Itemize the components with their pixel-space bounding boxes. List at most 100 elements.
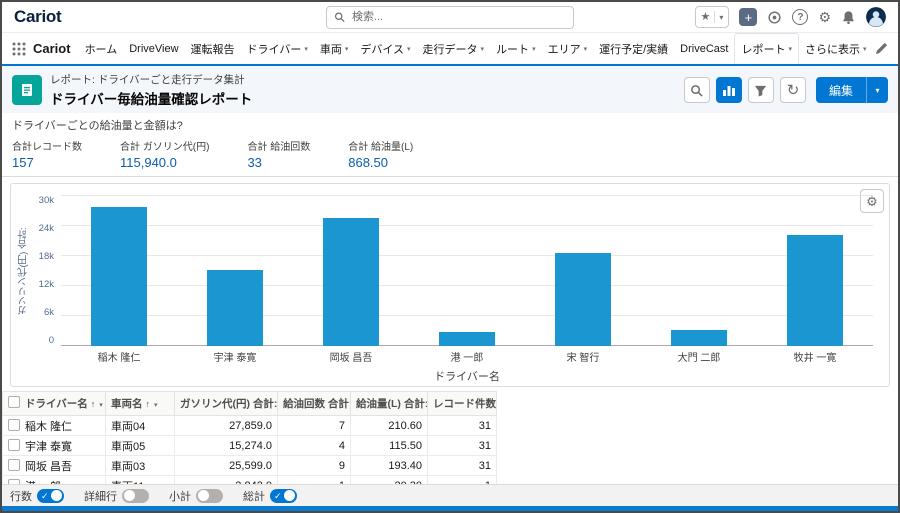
y-tick-label: 0 [49,336,54,346]
edit-dropdown-button[interactable]: ▾ [866,77,888,103]
toggle-detail-rows[interactable] [122,489,149,503]
chevron-down-icon: ▾ [875,86,879,95]
search-icon [334,11,345,23]
chart-toggle-button[interactable] [716,77,742,103]
table-cell: 車両04 [106,416,175,436]
chart-card: ⚙ ガソリン代(円) 合計: 30k24k18k12k6k0 稲木 隆仁宇津 泰… [10,183,890,387]
tab-more[interactable]: さらに表示▾ [799,33,873,64]
report-titles: レポート: ドライバーごと走行データ集計 ドライバー毎給油量確認レポート [50,72,252,108]
notifications-bell-icon[interactable] [841,10,856,25]
tab-vehicle[interactable]: 車両▾ [314,33,355,64]
bar-3[interactable] [323,218,379,346]
table-cell: 9 [278,456,351,476]
toggle-label: 小計 [169,488,191,504]
table-row: 稲木 隆仁車両0427,859.07210.6031 [3,416,497,436]
tab-route[interactable]: ルート▾ [490,33,542,64]
global-search[interactable] [326,6,574,29]
toggle-row-count[interactable]: ✓ [37,489,64,503]
metric-value: 115,940.0 [120,155,209,170]
chevron-down-icon[interactable]: ▾ [154,402,158,409]
favorites-button[interactable]: ★ ▾ [695,6,730,28]
bottom-brand-strip [2,506,898,511]
tab-schedule[interactable]: 運行予定/実績 [593,33,674,64]
metric-value: 157 [12,155,82,170]
chevron-down-icon: ▾ [481,45,485,53]
tab-driving-report[interactable]: 運転報告 [185,33,241,64]
bar-slot [61,196,177,346]
report-table-region: ドライバー名↑▾車両名↑▾ガソリン代(円) 合計:給油回数 合計:給油量(L) … [2,391,898,484]
metric-value: 33 [247,155,310,170]
bar-slot [409,196,525,346]
nav-tabs: ホームDriveView運転報告ドライバー▾車両▾デバイス▾走行データ▾ルート▾… [79,33,873,64]
x-tick-label: 稲木 隆仁 [61,349,177,364]
tab-trip-data[interactable]: 走行データ▾ [417,33,491,64]
toggle-label: 詳細行 [84,488,117,504]
tab-label: レポート [741,41,785,57]
toggle-label: 行数 [10,488,32,504]
metric-label: 合計レコード数 [12,138,82,153]
row-checkbox[interactable] [8,419,20,431]
help-icon[interactable]: ? [792,9,808,25]
bar-7[interactable] [787,235,843,347]
tab-home[interactable]: ホーム [79,33,124,64]
table-cell: 27,859.0 [175,416,278,436]
filter-button[interactable] [748,77,774,103]
select-all-checkbox[interactable] [8,396,20,408]
edit-button[interactable]: 編集 [816,77,866,103]
report-type-label: レポート: ドライバーごと走行データ集計 [50,72,252,87]
refresh-button[interactable]: ↻ [780,77,806,103]
report-footer: 行数✓詳細行小計総計✓ [2,484,898,506]
row-checkbox[interactable] [8,459,20,471]
table-cell: 7 [278,416,351,436]
tab-label: ホーム [85,41,118,57]
global-add-button[interactable]: + [739,8,757,26]
metric-fuel-cost: 合計 ガソリン代(円) 115,940.0 [120,138,209,170]
tab-label: 運行予定/実績 [599,41,668,57]
metric-value: 868.50 [348,155,413,170]
row-checkbox[interactable] [8,439,20,451]
toggle-subtotals[interactable] [196,489,223,503]
bar-2[interactable] [207,270,263,346]
guidance-icon[interactable] [767,10,782,25]
table-cell: 25,599.0 [175,456,278,476]
tab-area[interactable]: エリア▾ [542,33,594,64]
bars [61,196,873,346]
tab-report[interactable]: レポート▾ [734,33,799,64]
find-in-report-button[interactable] [684,77,710,103]
bar-1[interactable] [91,207,147,346]
x-axis-title: ドライバー名 [61,368,873,384]
toggle-group-detail-rows: 詳細行 [84,488,149,504]
column-header[interactable]: ガソリン代(円) 合計: [175,392,278,416]
table-cell: 20.30 [351,476,428,485]
table-cell: 31 [428,456,497,476]
y-tick-label: 6k [44,308,54,318]
column-header[interactable]: 車両名↑▾ [106,392,175,416]
column-header[interactable]: 給油回数 合計: [278,392,351,416]
bar-4[interactable] [439,332,495,346]
bar-6[interactable] [671,330,727,346]
setup-gear-icon[interactable]: ⚙ [818,10,831,24]
tab-driveview[interactable]: DriveView [123,33,184,64]
x-tick-label: 港 一郎 [409,349,525,364]
global-search-input[interactable] [350,10,566,24]
report-header: レポート: ドライバーごと走行データ集計 ドライバー毎給油量確認レポート ↻ 編… [2,66,898,113]
table-cell: 4 [278,436,351,456]
tab-driver[interactable]: ドライバー▾ [241,33,314,64]
chevron-down-icon[interactable]: ▾ [99,402,103,409]
metric-label: 合計 ガソリン代(円) [120,138,209,153]
tab-drivecast[interactable]: DriveCast [674,33,734,64]
tab-label: デバイス [360,41,404,57]
table-cell: 210.60 [351,416,428,436]
chevron-down-icon: ▾ [719,13,723,22]
column-header[interactable]: レコード件数 [428,392,497,416]
column-header[interactable]: ドライバー名↑▾ [3,392,106,416]
x-tick-label: 大門 二郎 [641,349,757,364]
app-launcher-icon[interactable] [12,42,26,56]
toggle-grand-total[interactable]: ✓ [270,489,297,503]
edit-nav-pencil-icon[interactable] [875,33,888,64]
column-header[interactable]: 給油量(L) 合計: [351,392,428,416]
user-avatar[interactable] [866,7,886,27]
tab-device[interactable]: デバイス▾ [354,33,416,64]
search-icon [690,84,703,97]
bar-5[interactable] [555,253,611,346]
